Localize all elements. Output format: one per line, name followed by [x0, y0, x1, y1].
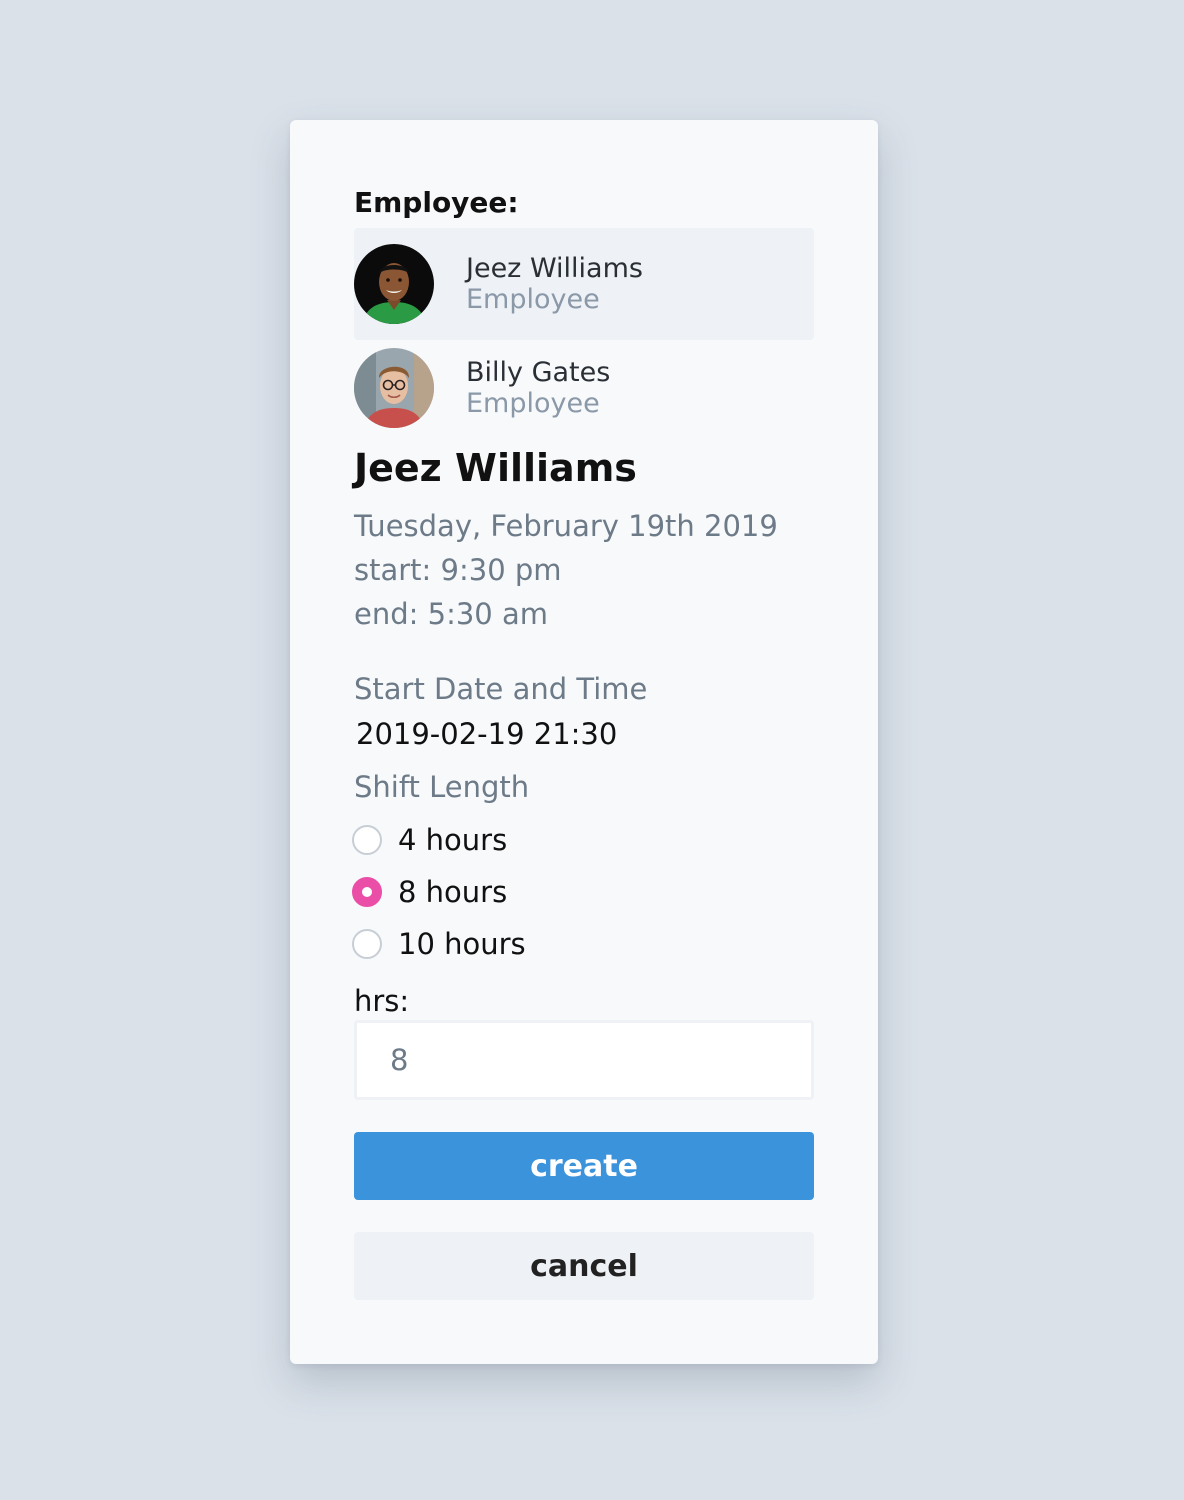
employee-role: Employee: [466, 284, 600, 315]
employee-info: Jeez Williams Employee: [466, 253, 643, 315]
radio-label: 4 hours: [398, 823, 508, 857]
radio-label: 10 hours: [398, 927, 526, 961]
shift-start: start: 9:30 pm: [354, 553, 562, 587]
shift-end: end: 5:30 am: [354, 597, 548, 631]
employee-name: Billy Gates: [466, 357, 611, 388]
employee-section-label: Employee:: [354, 186, 519, 219]
employee-option-billy-gates[interactable]: Billy Gates Employee: [354, 332, 814, 444]
shift-length-option-8[interactable]: 8 hours: [352, 874, 507, 910]
cancel-button[interactable]: cancel: [354, 1232, 814, 1300]
hrs-label: hrs:: [354, 984, 410, 1018]
shift-length-option-10[interactable]: 10 hours: [352, 926, 526, 962]
create-button[interactable]: create: [354, 1132, 814, 1200]
avatar: [354, 348, 434, 428]
employee-role: Employee: [466, 388, 600, 419]
shift-summary: Tuesday, February 19th 2019 start: 9:30 …: [354, 504, 778, 636]
start-datetime-label: Start Date and Time: [354, 672, 648, 706]
shift-form-card: Employee: Jeez Williams Employee Billy G…: [290, 120, 878, 1364]
start-datetime-value[interactable]: 2019-02-19 21:30: [356, 714, 617, 754]
hrs-input[interactable]: [354, 1020, 814, 1100]
avatar-photo-jeez: [354, 244, 434, 324]
radio-label: 8 hours: [398, 875, 508, 909]
radio-button[interactable]: [352, 929, 382, 959]
radio-button-checked[interactable]: [352, 877, 382, 907]
employee-option-jeez-williams[interactable]: Jeez Williams Employee: [354, 228, 814, 340]
employee-name: Jeez Williams: [466, 253, 643, 284]
avatar-photo-billy: [354, 348, 434, 428]
shift-date: Tuesday, February 19th 2019: [354, 509, 778, 543]
employee-info: Billy Gates Employee: [466, 357, 610, 419]
radio-button[interactable]: [352, 825, 382, 855]
employee-list: Jeez Williams Employee Billy Gates Emplo…: [354, 228, 814, 444]
shift-length-option-4[interactable]: 4 hours: [352, 822, 507, 858]
selected-employee-heading: Jeez Williams: [354, 446, 637, 490]
avatar: [354, 244, 434, 324]
shift-length-label: Shift Length: [354, 770, 530, 804]
